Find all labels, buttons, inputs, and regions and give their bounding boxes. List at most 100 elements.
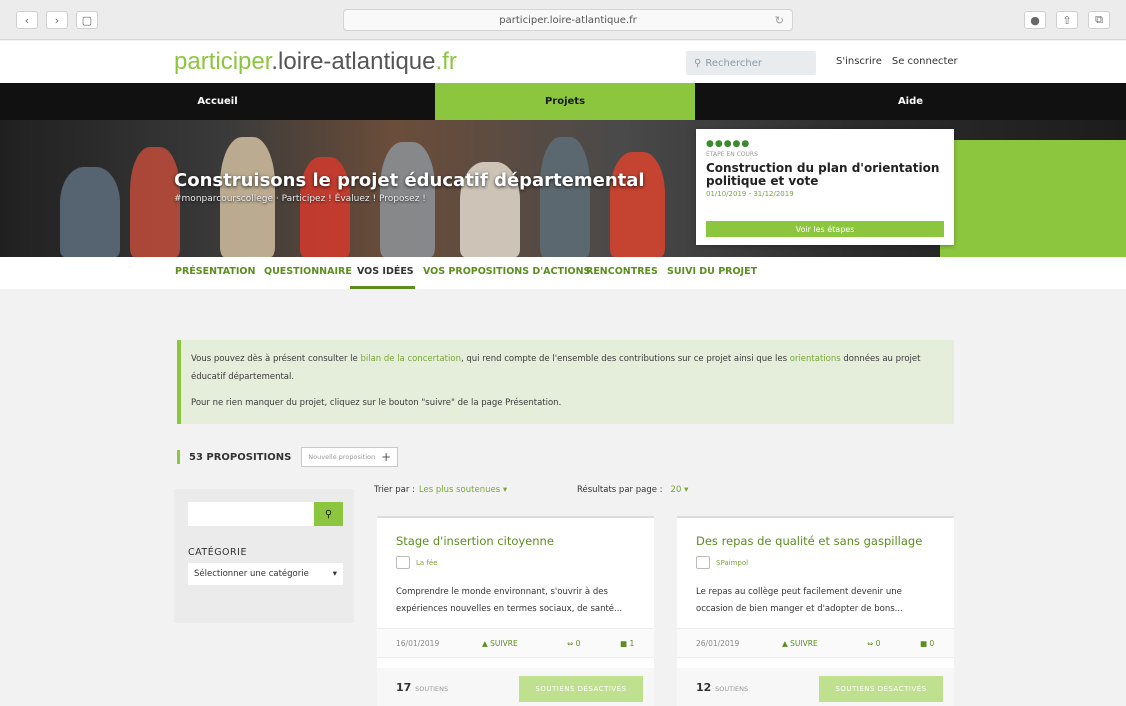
info-icon: ●	[1030, 13, 1040, 27]
back-button[interactable]: ‹	[16, 11, 38, 29]
step-label: ÉTAPE EN COURS	[706, 151, 758, 158]
hero-photo-figure	[60, 167, 120, 257]
share-button[interactable]: ⇧	[1056, 11, 1078, 29]
follow-button[interactable]: ▲ SUIVRE	[782, 639, 818, 648]
tab-rencontres[interactable]: RENCONTRES	[586, 266, 658, 277]
hero-photo-figure	[130, 147, 180, 257]
browser-right-buttons: ● ⇧ ⧉	[1024, 11, 1110, 29]
supports-count: 17 SOUTIENS	[396, 681, 448, 694]
new-proposition-button[interactable]: Nouvelle proposition +	[301, 447, 399, 467]
site-logo[interactable]: participer.loire-atlantique.fr	[174, 48, 457, 76]
proposition-author: SPaimpol	[696, 556, 748, 569]
propositions-count: 53 PROPOSITIONS	[189, 451, 292, 463]
author-name[interactable]: La fée	[416, 559, 438, 567]
tab-questionnaire[interactable]: QUESTIONNAIRE	[264, 266, 352, 277]
category-heading: CATÉGORIE	[188, 547, 247, 558]
per-page-value: 20	[670, 485, 682, 495]
tabs-icon: ⧉	[1095, 13, 1103, 26]
tab-vos-propositions[interactable]: VOS PROPOSITIONS D'ACTIONS	[423, 266, 590, 277]
sort-value: Les plus soutenues	[418, 485, 501, 495]
sort-label: Trier par :	[374, 485, 415, 495]
signup-link[interactable]: S'inscrire	[836, 56, 882, 67]
search-placeholder: Rechercher	[705, 57, 762, 69]
support-disabled-button[interactable]: SOUTIENS DÉSACTIVÉS	[519, 676, 643, 702]
back-icon: ‹	[24, 13, 30, 27]
sort-select[interactable]: Les plus soutenues ▾	[419, 485, 507, 495]
tab-vos-idees[interactable]: VOS IDÉES	[357, 266, 414, 277]
project-tabs: PRÉSENTATION QUESTIONNAIRE VOS IDÉES VOS…	[0, 257, 1126, 289]
tabs-button[interactable]: ⧉	[1088, 11, 1110, 29]
nav-aide[interactable]: Aide	[695, 83, 1126, 120]
support-button-label: SOUTIENS DÉSACTIVÉS	[535, 685, 627, 693]
url-text: participer.loire-atlantique.fr	[499, 14, 637, 26]
current-step-card: ●●●●● ÉTAPE EN COURS Construction du pla…	[696, 129, 954, 245]
supports-number: 12	[696, 681, 712, 694]
proposition-footer: 12 SOUTIENS SOUTIENS DÉSACTIVÉS	[677, 668, 954, 706]
proposition-description: Le repas au collège peut facilement deve…	[696, 587, 903, 614]
see-steps-label: Voir les étapes	[795, 224, 855, 234]
new-proposition-label: Nouvelle proposition	[308, 453, 376, 461]
tab-suivi-du-projet[interactable]: SUIVI DU PROJET	[667, 266, 757, 277]
avatar	[696, 556, 710, 569]
hero-photo-figure	[540, 137, 590, 257]
orientations-link[interactable]: orientations	[790, 354, 841, 364]
section-accent-bar	[177, 450, 180, 464]
plus-icon: +	[381, 450, 392, 464]
reload-icon[interactable]: ↻	[775, 14, 784, 27]
hero-title: Construisons le projet éducatif départem…	[174, 170, 645, 191]
notice-paragraph-1: Vous pouvez dès à présent consulter le b…	[191, 350, 944, 386]
step-title: Construction du plan d'orientation polit…	[706, 161, 940, 188]
hero-subtitle: #monparcourscollege · Participez ! Évalu…	[174, 194, 426, 204]
see-steps-button[interactable]: Voir les étapes	[706, 221, 944, 237]
hero-photo-figure	[610, 152, 665, 257]
nav-accueil[interactable]: Accueil	[0, 83, 435, 120]
logo-part-tld: .fr	[435, 48, 457, 75]
filter-search-input[interactable]	[188, 502, 314, 526]
site-search-input[interactable]: ⚲ Rechercher	[686, 51, 816, 75]
step-dates: 01/10/2019 - 31/12/2019	[706, 190, 794, 198]
notice-text-a: Vous pouvez dès à présent consulter le	[191, 354, 361, 364]
info-notice: Vous pouvez dès à présent consulter le b…	[177, 340, 954, 424]
search-icon: ⚲	[324, 508, 333, 520]
auth-links: S'inscrire Se connecter	[836, 56, 958, 67]
proposition-meta: 26/01/2019 ▲ SUIVRE ⇔ 0 ■ 0	[677, 628, 954, 658]
proposition-date: 16/01/2019	[396, 638, 440, 648]
nav-aide-label: Aide	[897, 96, 924, 107]
logo-part-participer: participer	[174, 48, 272, 75]
login-link[interactable]: Se connecter	[892, 56, 958, 67]
avatar	[396, 556, 410, 569]
forward-icon: ›	[54, 13, 60, 27]
proposition-card: Stage d'insertion citoyenne La fée Compr…	[377, 516, 654, 706]
propositions-header: 53 PROPOSITIONS Nouvelle proposition +	[177, 445, 399, 469]
forward-button[interactable]: ›	[46, 11, 68, 29]
tab-presentation[interactable]: PRÉSENTATION	[175, 266, 255, 277]
supports-count: 12 SOUTIENS	[696, 681, 748, 694]
address-bar[interactable]: participer.loire-atlantique.fr ↻	[343, 9, 793, 31]
filter-search-button[interactable]: ⚲	[314, 502, 343, 526]
share-icon: ⇧	[1062, 13, 1072, 27]
info-button[interactable]: ●	[1024, 11, 1046, 29]
proposition-card: Des repas de qualité et sans gaspillage …	[677, 516, 954, 706]
proposition-description: Comprendre le monde environnant, s'ouvri…	[396, 587, 623, 614]
bilan-link[interactable]: bilan de la concertation	[360, 354, 461, 364]
sidebar-toggle-button[interactable]: ▢	[76, 11, 98, 29]
proposition-title[interactable]: Des repas de qualité et sans gaspillage	[696, 534, 922, 548]
per-page-select[interactable]: 20 ▾	[671, 485, 689, 495]
sort-control: Trier par : Les plus soutenues ▾	[374, 485, 507, 495]
author-name[interactable]: SPaimpol	[716, 559, 748, 567]
hero-banner: Construisons le projet éducatif départem…	[0, 120, 1126, 257]
comments-count: ■ 0	[920, 638, 935, 648]
nav-projets[interactable]: Projets	[435, 83, 695, 120]
proposition-date: 26/01/2019	[696, 638, 740, 648]
proposition-author: La fée	[396, 556, 438, 569]
support-disabled-button[interactable]: SOUTIENS DÉSACTIVÉS	[819, 676, 943, 702]
step-progress-dots: ●●●●●	[706, 139, 751, 149]
chevron-down-icon: ▾	[332, 569, 337, 579]
category-select[interactable]: Sélectionner une catégorie ▾	[188, 563, 343, 585]
follow-button[interactable]: ▲ SUIVRE	[482, 639, 518, 648]
proposition-footer: 17 SOUTIENS SOUTIENS DÉSACTIVÉS	[377, 668, 654, 706]
chevron-down-icon: ▾	[684, 485, 689, 495]
category-select-value: Sélectionner une catégorie	[194, 569, 309, 579]
filter-sidebar: ⚲ CATÉGORIE Sélectionner une catégorie ▾	[174, 489, 354, 623]
proposition-title[interactable]: Stage d'insertion citoyenne	[396, 534, 554, 548]
